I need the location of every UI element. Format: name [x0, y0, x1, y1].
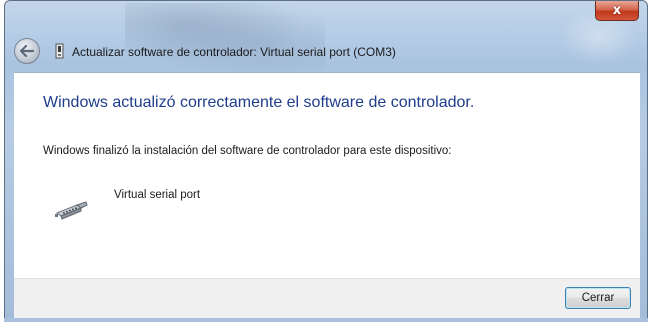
- close-icon: x: [612, 3, 622, 18]
- cerrar-button[interactable]: Cerrar: [565, 287, 631, 309]
- footer-bar: [14, 278, 640, 319]
- device-name: Virtual serial port: [114, 189, 201, 201]
- device-manager-icon: [55, 43, 64, 59]
- window-close-button[interactable]: x: [595, 1, 639, 21]
- window-title: Actualizar software de controlador: Virt…: [72, 45, 396, 59]
- description-text: Windows finalizó la instalación del soft…: [43, 145, 452, 157]
- success-heading: Windows actualizó correctamente el softw…: [43, 94, 475, 111]
- window-frame-bottom: [4, 318, 648, 322]
- back-arrow-icon: [20, 45, 34, 57]
- serial-port-icon: [55, 201, 88, 220]
- back-button[interactable]: [14, 38, 40, 64]
- background-blur: [125, 3, 325, 71]
